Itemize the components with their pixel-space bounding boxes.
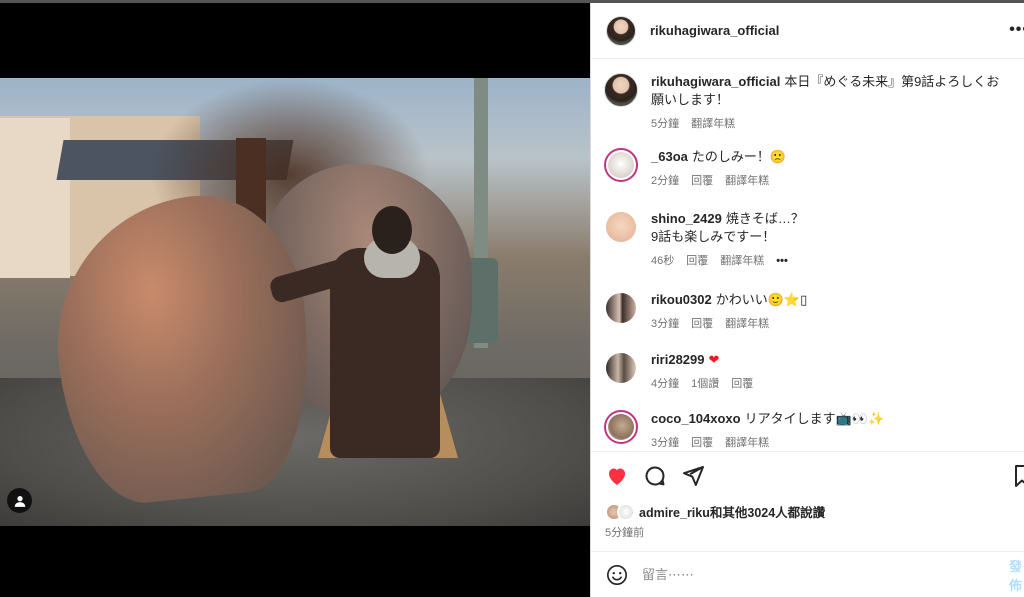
action-icons <box>605 464 705 488</box>
tagged-user-icon[interactable] <box>7 488 32 513</box>
caption-body: rikuhagiwara_official 本日『めぐる未来』第9話よろしくお願い… <box>651 73 1011 133</box>
comment-age: 4分鐘 <box>651 378 680 390</box>
send-icon[interactable] <box>681 464 705 488</box>
instagram-post-viewer: rikuhagiwara_official ••• rikuhagiwara_o… <box>0 0 1024 597</box>
comment-avatar[interactable] <box>606 353 636 383</box>
comment-reply[interactable]: 回覆 <box>691 172 713 190</box>
comment-item: shino_2429 焼きそば…？ 9話も楽しみですー！ 46秒 回覆 翻譯年糕 … <box>604 210 1011 270</box>
liker-avatar <box>617 502 635 521</box>
comment-reply[interactable]: 回覆 <box>731 375 753 393</box>
owner-avatar[interactable] <box>606 15 636 46</box>
caption-username[interactable]: rikuhagiwara_official <box>651 74 780 89</box>
comment-reply[interactable]: 回覆 <box>686 252 708 270</box>
comment-item: _63oa たのしみー！🙁 2分鐘 回覆 翻譯年糕 <box>604 148 1011 190</box>
post-header: rikuhagiwara_official ••• <box>591 3 1024 59</box>
caption-translate[interactable]: 翻譯年糕 <box>691 115 735 133</box>
comment-body: riri28299 ❤ 4分鐘 1個讚 回覆 <box>651 351 1011 393</box>
add-comment-bar: 發佈 <box>591 551 1024 597</box>
photo-person-arm-right <box>410 268 440 338</box>
comment-age: 2分鐘 <box>651 175 680 187</box>
comment-avatar[interactable] <box>606 293 636 323</box>
comment-avatar[interactable] <box>606 212 636 242</box>
caption-meta: 5分鐘 翻譯年糕 <box>651 115 1011 133</box>
comment-more-icon[interactable]: ••• <box>776 252 788 270</box>
comment-item: riri28299 ❤ 4分鐘 1個讚 回覆 <box>604 351 1011 393</box>
caption-age: 5分鐘 <box>651 118 680 130</box>
comment-meta: 3分鐘 回覆 翻譯年糕 <box>651 434 1011 450</box>
comment-likes[interactable]: 1個讚 <box>691 375 719 393</box>
bookmark-icon[interactable] <box>1015 464 1024 488</box>
comment-avatar[interactable] <box>604 410 638 444</box>
comment-username[interactable]: rikou0302 <box>651 292 712 307</box>
comment-username[interactable]: riri28299 <box>651 352 705 367</box>
ellipsis-icon[interactable]: ••• <box>1009 21 1024 39</box>
post-comment-button[interactable]: 發佈 <box>1009 556 1024 594</box>
comment-username[interactable]: _63oa <box>651 149 688 164</box>
comment-body: _63oa たのしみー！🙁 2分鐘 回覆 翻譯年糕 <box>651 148 1011 190</box>
comment-meta: 46秒 回覆 翻譯年糕 ••• <box>651 252 1011 270</box>
photo-person-head <box>372 206 412 254</box>
caption: rikuhagiwara_official 本日『めぐる未来』第9話よろしくお願い… <box>604 73 1011 133</box>
comment-text: リアタイします📺👀✨ <box>744 411 885 426</box>
comment-text: たのしみー！🙁 <box>691 149 787 164</box>
comment-body: shino_2429 焼きそば…？ 9話も楽しみですー！ 46秒 回覆 翻譯年糕 … <box>651 210 1011 270</box>
comment-username[interactable]: shino_2429 <box>651 211 722 226</box>
media-area[interactable] <box>0 3 590 597</box>
comment-age: 3分鐘 <box>651 437 680 449</box>
heart-icon[interactable] <box>605 464 629 488</box>
comment-age: 46秒 <box>651 255 675 267</box>
comment-age: 3分鐘 <box>651 318 680 330</box>
comment-reply[interactable]: 回覆 <box>691 315 713 333</box>
post-photo[interactable] <box>0 78 590 526</box>
owner-username[interactable]: rikuhagiwara_official <box>650 23 779 38</box>
comment-item: coco_104xoxo リアタイします📺👀✨ 3分鐘 回覆 翻譯年糕 <box>604 410 1011 450</box>
comment-translate[interactable]: 翻譯年糕 <box>725 172 769 190</box>
comment-meta: 3分鐘 回覆 翻譯年糕 <box>651 315 1011 333</box>
post-side-panel: rikuhagiwara_official ••• rikuhagiwara_o… <box>590 3 1024 597</box>
comment-translate[interactable]: 翻譯年糕 <box>720 252 764 270</box>
action-bar: admire_riku和其他3024人都說讚 5分鐘前 <box>591 451 1024 551</box>
comment-translate[interactable]: 翻譯年糕 <box>725 315 769 333</box>
photo-wall <box>0 118 70 278</box>
likes-summary[interactable]: admire_riku和其他3024人都說讚 <box>605 502 825 521</box>
red-heart-emoji: ❤ <box>708 352 720 367</box>
comments-list[interactable]: rikuhagiwara_official 本日『めぐる未来』第9話よろしくお願い… <box>591 60 1024 450</box>
comment-item: rikou0302 かわいい🙂⭐▯ 3分鐘 回覆 翻譯年糕 <box>604 291 1011 333</box>
comment-body: coco_104xoxo リアタイします📺👀✨ 3分鐘 回覆 翻譯年糕 <box>651 410 1011 450</box>
comment-translate[interactable]: 翻譯年糕 <box>725 434 769 450</box>
caption-avatar[interactable] <box>604 73 638 107</box>
emoji-icon[interactable] <box>606 564 628 586</box>
post-timestamp: 5分鐘前 <box>605 527 645 539</box>
comment-input[interactable] <box>642 567 962 582</box>
user-silhouette-icon <box>14 495 25 507</box>
comment-avatar[interactable] <box>604 148 638 182</box>
comment-reply[interactable]: 回覆 <box>691 434 713 450</box>
likes-text[interactable]: admire_riku和其他3024人都說讚 <box>639 502 825 521</box>
comment-username[interactable]: coco_104xoxo <box>651 411 741 426</box>
comment-icon[interactable] <box>643 464 667 488</box>
comment-text: かわいい🙂⭐▯ <box>715 292 808 307</box>
comment-meta: 2分鐘 回覆 翻譯年糕 <box>651 172 1011 190</box>
comment-body: rikou0302 かわいい🙂⭐▯ 3分鐘 回覆 翻譯年糕 <box>651 291 1011 333</box>
comment-meta: 4分鐘 1個讚 回覆 <box>651 375 1011 393</box>
